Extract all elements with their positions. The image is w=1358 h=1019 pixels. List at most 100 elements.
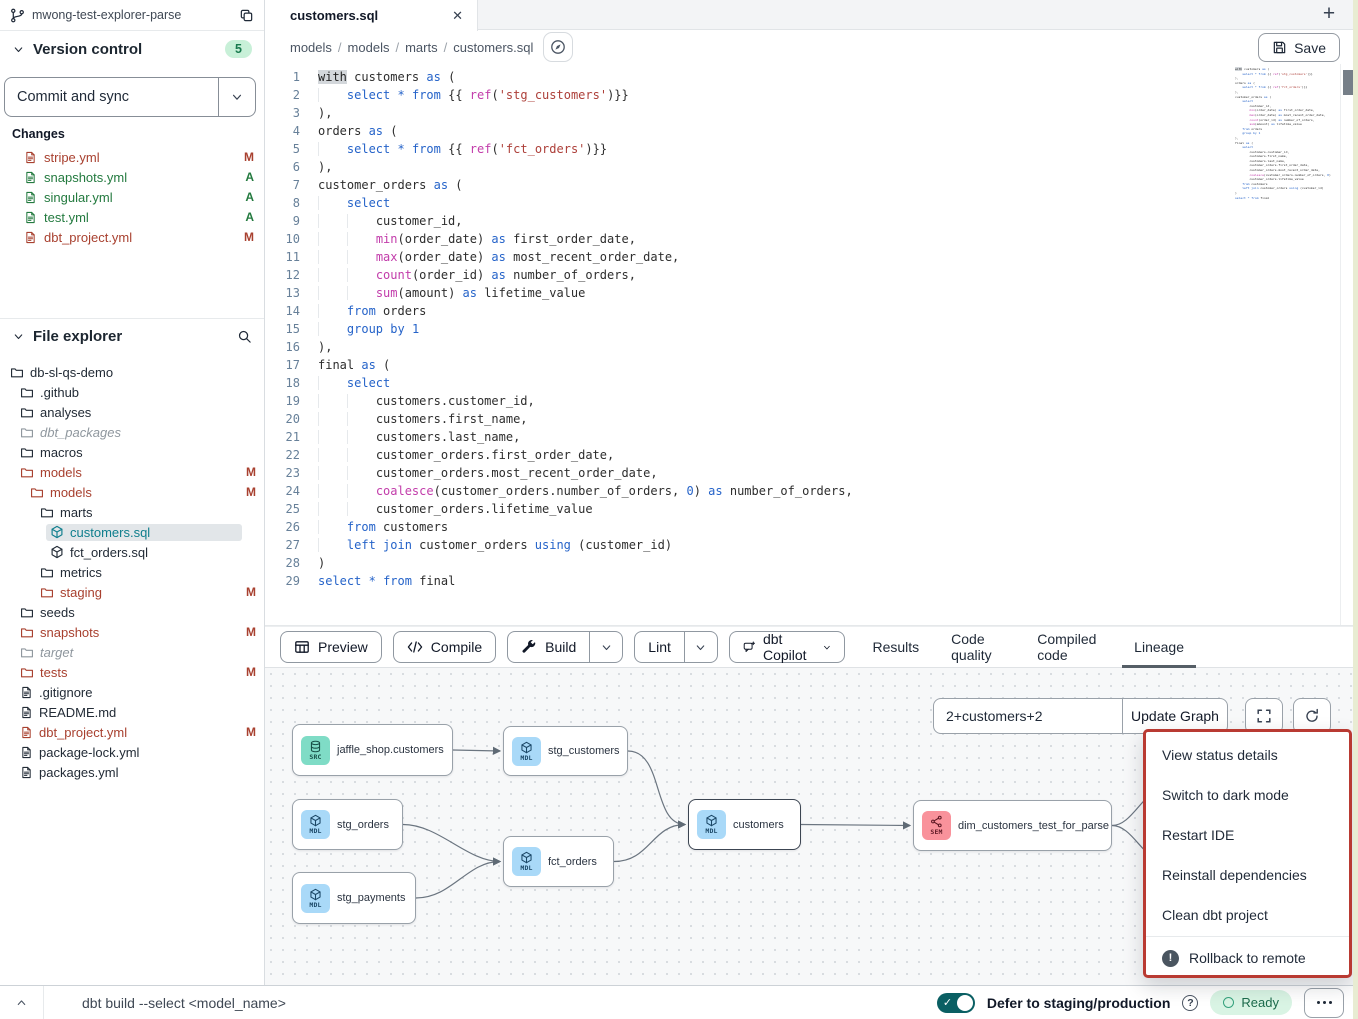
code-line[interactable]: 22 customer_orders.first_order_date,	[265, 446, 1238, 464]
command-input[interactable]: dbt build --select <model_name>	[82, 995, 286, 1011]
code-line[interactable]: 8 select	[265, 194, 1238, 212]
tree-item-readme-md[interactable]: README.md	[0, 702, 264, 722]
button-main[interactable]: Compile	[394, 632, 495, 662]
tree-item-customers-sql[interactable]: customers.sql	[0, 522, 264, 542]
code-line[interactable]: 11 max(order_date) as most_recent_order_…	[265, 248, 1238, 266]
new-tab-button[interactable]: +	[1316, 1, 1342, 27]
help-icon[interactable]: ?	[1182, 995, 1198, 1011]
button-dropdown-caret[interactable]	[684, 632, 717, 662]
code-line[interactable]: 21 customers.last_name,	[265, 428, 1238, 446]
code-line[interactable]: 1with customers as (	[265, 68, 1238, 86]
search-icon[interactable]	[237, 329, 252, 344]
tree-item-seeds[interactable]: seeds	[0, 602, 264, 622]
tab-code-quality[interactable]: Code quality	[935, 627, 1021, 667]
change-item[interactable]: dbt_project.ymlM	[0, 227, 264, 247]
menu-item-clean-dbt-project[interactable]: Clean dbt project	[1146, 895, 1349, 935]
status-badge[interactable]: Ready	[1210, 990, 1292, 1015]
button-main[interactable]: Build	[508, 632, 589, 662]
menu-item-restart-ide[interactable]: Restart IDE	[1146, 815, 1349, 855]
tab-customers-sql[interactable]: customers.sql ✕	[265, 0, 478, 31]
commit-options-caret[interactable]	[218, 78, 255, 116]
code-line[interactable]: 14 from orders	[265, 302, 1238, 320]
code-line[interactable]: 12 count(order_id) as number_of_orders,	[265, 266, 1238, 284]
code-line[interactable]: 29select * from final	[265, 572, 1238, 590]
code-line[interactable]: 3),	[265, 104, 1238, 122]
change-item[interactable]: stripe.ymlM	[0, 147, 264, 167]
breadcrumb-item[interactable]: marts	[405, 40, 438, 55]
tab-compiled-code[interactable]: Compiled code	[1021, 627, 1118, 667]
copy-icon[interactable]	[239, 8, 254, 23]
breadcrumb-item[interactable]: customers.sql	[453, 40, 533, 55]
code-line[interactable]: 2 select * from {{ ref('stg_customers')}…	[265, 86, 1238, 104]
code-editor[interactable]: 1with customers as (2 select * from {{ r…	[265, 64, 1358, 626]
tree-item-metrics[interactable]: metrics	[0, 562, 264, 582]
tree-item-dbt-project-yml[interactable]: dbt_project.ymlM	[0, 722, 264, 742]
code-line[interactable]: 16),	[265, 338, 1238, 356]
code-line[interactable]: 5 select * from {{ ref('fct_orders')}}	[265, 140, 1238, 158]
menu-item-reinstall-dependencies[interactable]: Reinstall dependencies	[1146, 855, 1349, 895]
change-item[interactable]: test.ymlA	[0, 207, 264, 227]
tree-item-macros[interactable]: macros	[0, 442, 264, 462]
tree-item-packages-yml[interactable]: packages.yml	[0, 762, 264, 782]
code-line[interactable]: 9 customer_id,	[265, 212, 1238, 230]
tree-item-analyses[interactable]: analyses	[0, 402, 264, 422]
tree-item-fct-orders-sql[interactable]: fct_orders.sql	[0, 542, 264, 562]
tab-lineage[interactable]: Lineage	[1118, 627, 1200, 667]
file-explorer-section-header[interactable]: File explorer	[0, 324, 264, 348]
version-control-section-header[interactable]: Version control 5	[0, 37, 264, 61]
lineage-node-fct_orders[interactable]: MDLfct_orders	[503, 836, 614, 887]
code-line[interactable]: 23 customer_orders.most_recent_order_dat…	[265, 464, 1238, 482]
code-line[interactable]: 4orders as (	[265, 122, 1238, 140]
button-main[interactable]: Preview	[281, 632, 381, 662]
open-in-explorer-button[interactable]	[543, 32, 573, 62]
code-line[interactable]: 25 customer_orders.lifetime_value	[265, 500, 1238, 518]
menu-item-view-status-details[interactable]: View status details	[1146, 735, 1349, 775]
code-line[interactable]: 6),	[265, 158, 1238, 176]
save-button[interactable]: Save	[1258, 33, 1340, 62]
code-line[interactable]: 17final as (	[265, 356, 1238, 374]
more-options-button[interactable]	[1304, 988, 1344, 1018]
build-button[interactable]: Build	[507, 631, 623, 663]
tree-item-db-sl-qs-demo[interactable]: db-sl-qs-demo	[0, 362, 264, 382]
code-line[interactable]: 28)	[265, 554, 1238, 572]
tree-item-dbt-packages[interactable]: dbt_packages	[0, 422, 264, 442]
code-line[interactable]: 7customer_orders as (	[265, 176, 1238, 194]
defer-toggle[interactable]: ✓	[937, 993, 975, 1013]
code-line[interactable]: 15 group by 1	[265, 320, 1238, 338]
tree-item-staging[interactable]: stagingM	[0, 582, 264, 602]
tree-item-tests[interactable]: testsM	[0, 662, 264, 682]
commit-and-sync-button[interactable]: Commit and sync	[4, 77, 256, 117]
lineage-node-dim_customers[interactable]: SEMdim_customers_test_for_parse	[913, 800, 1112, 851]
preview-button[interactable]: Preview	[280, 631, 382, 663]
code-line[interactable]: 10 min(order_date) as first_order_date,	[265, 230, 1238, 248]
tab-results[interactable]: Results	[856, 627, 935, 667]
code-line[interactable]: 24 coalesce(customer_orders.number_of_or…	[265, 482, 1238, 500]
breadcrumb-item[interactable]: models	[290, 40, 332, 55]
lineage-node-stg_customers[interactable]: MDLstg_customers	[503, 726, 628, 776]
code-line[interactable]: 27 left join customer_orders using (cust…	[265, 536, 1238, 554]
tree-item-snapshots[interactable]: snapshotsM	[0, 622, 264, 642]
lineage-node-stg_payments[interactable]: MDLstg_payments	[292, 872, 416, 924]
tree-item-marts[interactable]: marts	[0, 502, 264, 522]
button-dropdown-caret[interactable]	[589, 632, 622, 662]
menu-item-switch-to-dark-mode[interactable]: Switch to dark mode	[1146, 775, 1349, 815]
lineage-node-customers[interactable]: MDLcustomers	[688, 799, 801, 850]
code-line[interactable]: 20 customers.first_name,	[265, 410, 1238, 428]
lineage-node-src_jaffle[interactable]: SRCjaffle_shop.customers	[292, 724, 453, 776]
minimap[interactable]: with customers as ( select * from {{ ref…	[1235, 67, 1332, 287]
lineage-node-stg_orders[interactable]: MDLstg_orders	[292, 799, 403, 850]
menu-item-rollback-to-remote[interactable]: !Rollback to remote	[1146, 938, 1349, 978]
code-line[interactable]: 26 from customers	[265, 518, 1238, 536]
tree-item-models[interactable]: modelsM	[0, 462, 264, 482]
tree-item--gitignore[interactable]: .gitignore	[0, 682, 264, 702]
button-main[interactable]: dbt Copilot	[730, 632, 845, 662]
lineage-filter-input[interactable]	[934, 699, 1122, 733]
breadcrumb-item[interactable]: models	[348, 40, 390, 55]
tree-item-models[interactable]: modelsM	[0, 482, 264, 502]
button-main[interactable]: Lint	[635, 632, 684, 662]
collapse-command-bar-button[interactable]	[0, 986, 44, 1019]
close-icon[interactable]: ✕	[452, 8, 463, 24]
tree-item-target[interactable]: target	[0, 642, 264, 662]
change-item[interactable]: singular.ymlA	[0, 187, 264, 207]
compile-button[interactable]: Compile	[393, 631, 496, 663]
